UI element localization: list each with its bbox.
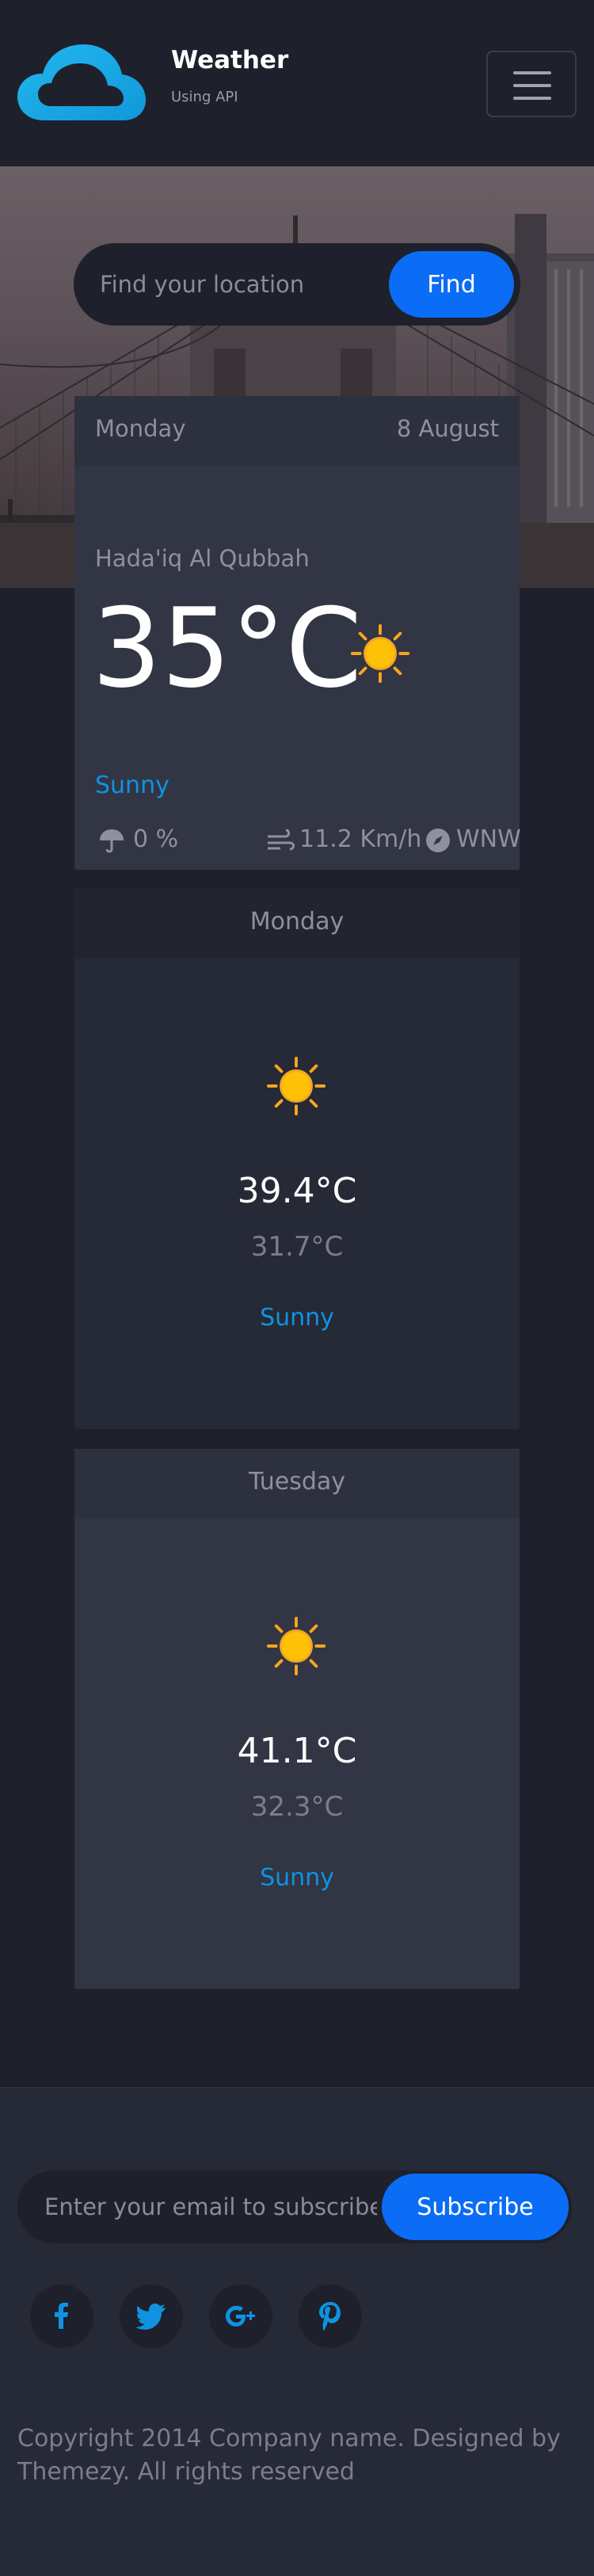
twitter-icon (135, 2304, 166, 2330)
current-temperature: 35°C (92, 585, 362, 712)
subscribe-button[interactable]: Subscribe (382, 2174, 569, 2240)
google-plus-icon (226, 2306, 255, 2326)
brand-subtitle: Using API (171, 89, 238, 105)
pinterest-icon (319, 2302, 341, 2330)
precipitation-value: 0 % (133, 825, 179, 853)
facebook-icon (55, 2303, 68, 2329)
forecast-condition: Sunny (260, 1864, 334, 1892)
sun-icon (266, 1616, 326, 1676)
sun-icon (266, 1056, 326, 1116)
forecast-card: Tuesday 41.1°C 32.3°C Sunny (74, 1449, 520, 1989)
max-temperature: 41.1°C (237, 1731, 357, 1771)
today-forecast-card: Monday 8 August Hada'iq Al Qubbah 35°C S… (74, 396, 521, 870)
umbrella-icon (100, 829, 124, 853)
forecast-card: Monday 39.4°C 31.7°C Sunny (74, 889, 520, 1429)
facebook-link[interactable] (30, 2284, 93, 2348)
wind-icon (268, 829, 295, 851)
today-header: Monday 8 August (74, 396, 520, 466)
forecast-header: Tuesday (74, 1449, 520, 1519)
brand-title[interactable]: Weather (171, 46, 288, 74)
email-subscribe-input[interactable] (44, 2186, 377, 2227)
find-button[interactable]: Find (389, 251, 514, 318)
twitter-link[interactable] (120, 2284, 183, 2348)
pinterest-link[interactable] (299, 2284, 362, 2348)
wind-direction-value: WNW (456, 825, 521, 853)
compass-icon (426, 829, 450, 852)
menu-toggle-button[interactable] (486, 51, 577, 117)
today-day: Monday (95, 415, 186, 442)
hamburger-menu-icon (513, 71, 551, 74)
location-search-input[interactable] (100, 264, 385, 305)
google-plus-link[interactable] (209, 2284, 272, 2348)
copyright-text: Copyright 2014 Company name. Designed by… (17, 2425, 561, 2486)
sun-icon (350, 623, 410, 684)
today-condition: Sunny (95, 772, 169, 799)
forecast-condition: Sunny (260, 1304, 334, 1332)
forecast-day: Monday (249, 908, 345, 936)
subscribe-form: Subscribe (17, 2170, 572, 2243)
today-date: 8 August (396, 415, 499, 442)
wind-speed-value: 11.2 Km/h (299, 825, 422, 853)
cloud-icon[interactable] (17, 44, 146, 122)
site-header: Weather Using API (0, 0, 594, 166)
max-temperature: 39.4°C (237, 1171, 357, 1211)
min-temperature: 31.7°C (250, 1231, 344, 1263)
min-temperature: 32.3°C (250, 1791, 344, 1823)
forecast-header: Monday (74, 889, 520, 958)
forecast-day: Tuesday (248, 1468, 346, 1496)
location-search-form: Find (74, 243, 520, 326)
location-name: Hada'iq Al Qubbah (95, 545, 310, 572)
